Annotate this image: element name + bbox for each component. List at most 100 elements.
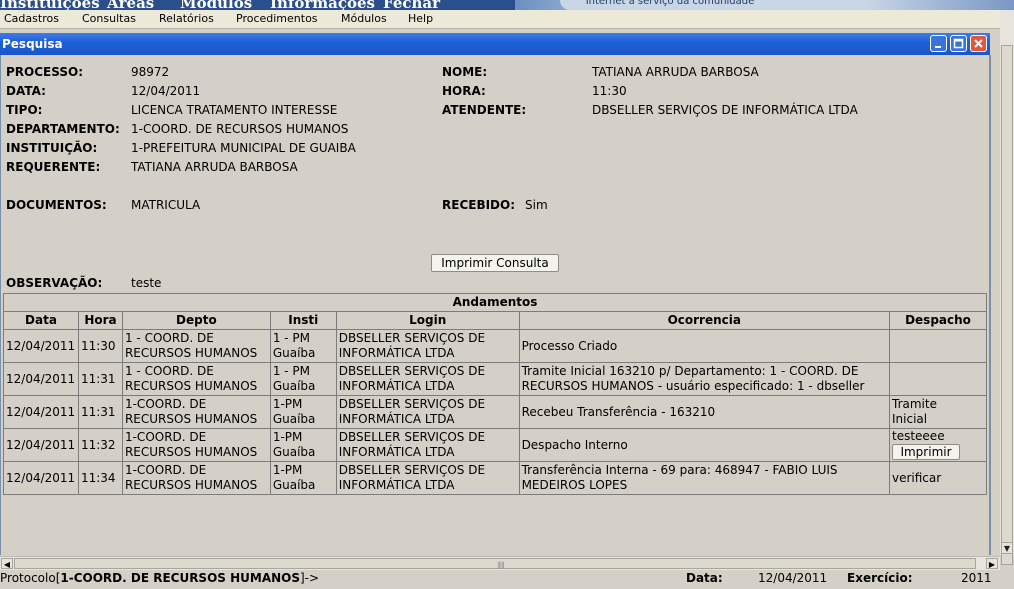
menu-cadastros[interactable]: Cadastros: [4, 12, 59, 25]
observacao-value: teste: [131, 276, 162, 290]
despacho-imprimir-button[interactable]: Imprimir: [892, 444, 960, 460]
andamentos-title: Andamentos: [3, 293, 987, 312]
cell-login: DBSELLER SERVIÇOS DE INFORMÁTICA LTDA: [335, 329, 520, 363]
hora-value: 11:30: [592, 84, 627, 98]
table-row: 12/04/2011 11:30 1 - COORD. DE RECURSOS HUM…: [3, 329, 987, 363]
hora-label: HORA:: [442, 84, 486, 98]
scroll-down-arrow-icon[interactable]: ▼: [1001, 542, 1013, 554]
horizontal-scroll-thumb[interactable]: |||||: [14, 558, 976, 569]
scroll-left-arrow-icon[interactable]: ◀: [1, 558, 13, 569]
top-nav-instituicoes[interactable]: Instituições: [0, 0, 100, 10]
data-value: 12/04/2011: [131, 84, 201, 98]
status-data-label: Data:: [686, 571, 723, 585]
maximize-icon: [953, 38, 964, 49]
cell-data: 12/04/2011: [3, 329, 79, 363]
status-bar: Protocolo[1-COORD. DE RECURSOS HUMANOS]-…: [0, 570, 1014, 589]
top-nav-fechar[interactable]: Fechar: [383, 0, 440, 10]
requerente-label: REQUERENTE:: [6, 160, 101, 174]
cell-ocorrencia-line: Transferência Interna - 69 para: 468947 …: [521, 463, 838, 477]
cell-login-line: INFORMÁTICA LTDA: [338, 346, 455, 360]
processo-label: PROCESSO:: [6, 65, 83, 79]
cell-insti-line: 1 - PM: [272, 364, 310, 378]
col-header-hora: Hora: [77, 311, 123, 330]
cell-data: 12/04/2011: [3, 362, 79, 396]
cell-hora: 11:31: [77, 362, 123, 396]
status-exercicio-label: Exercício:: [847, 571, 913, 585]
cell-depto-line: RECURSOS HUMANOS: [124, 379, 258, 393]
atendente-value: DBSELLER SERVIÇOS DE INFORMÁTICA LTDA: [592, 103, 858, 117]
horizontal-scrollbar[interactable]: ◀ ||||| ▶: [0, 556, 1000, 570]
andamentos-header-row: Data Hora Depto Insti Login Ocorrencia D…: [3, 311, 987, 330]
vertical-scroll-thumb[interactable]: [1001, 45, 1013, 565]
menu-procedimentos[interactable]: Procedimentos: [236, 12, 318, 25]
cell-depto: 1-COORD. DE RECURSOS HUMANOS: [121, 395, 271, 429]
menu-help[interactable]: Help: [408, 12, 433, 25]
vertical-scrollbar[interactable]: ▼: [1000, 10, 1014, 565]
top-nav-modulos[interactable]: Módulos: [180, 0, 252, 10]
menu-modulos[interactable]: Módulos: [341, 12, 387, 25]
atendente-label: ATENDENTE:: [442, 103, 527, 117]
table-row: 12/04/2011 11:31 1-COORD. DE RECURSOS HUMAN…: [3, 395, 987, 429]
cell-depto-line: RECURSOS HUMANOS: [124, 445, 258, 459]
cell-depto-line: 1-COORD. DE: [124, 463, 207, 477]
cell-insti-line: 1-PM: [272, 430, 303, 444]
recebido-value: Sim: [525, 198, 548, 212]
cell-despacho: [889, 329, 987, 363]
cell-ocorrencia-line: Processo Criado: [521, 338, 618, 353]
window-title-bar[interactable]: Pesquisa: [0, 33, 990, 55]
cell-despacho-line: Tramite: [892, 397, 937, 411]
cell-hora: 11:34: [77, 461, 123, 495]
cell-ocorrencia-line: Recebeu Transferência - 163210: [521, 404, 716, 419]
cell-insti-line: 1-PM: [272, 397, 303, 411]
table-row: 12/04/2011 11:34 1-COORD. DE RECURSOS HUMAN…: [3, 461, 987, 495]
cell-hora: 11:31: [77, 395, 123, 429]
cell-login: DBSELLER SERVIÇOS DE INFORMÁTICA LTDA: [335, 362, 520, 396]
col-header-ocorrencia: Ocorrencia: [518, 311, 891, 330]
cell-login-line: DBSELLER SERVIÇOS DE: [338, 430, 486, 444]
cell-despacho: Tramite Inicial: [889, 395, 987, 429]
top-banner: Instituições Áreas Módulos Informações F…: [0, 0, 1014, 10]
cell-depto: 1-COORD. DE RECURSOS HUMANOS: [121, 461, 271, 495]
cell-insti-line: Guaíba: [272, 346, 316, 360]
status-protocolo-suffix: ]->: [300, 571, 320, 585]
cell-hora: 11:32: [77, 428, 123, 462]
scroll-right-arrow-icon[interactable]: ▶: [986, 558, 998, 569]
cell-despacho-line: Inicial: [892, 412, 928, 426]
menu-consultas[interactable]: Consultas: [82, 12, 136, 25]
top-nav-areas[interactable]: Áreas: [107, 0, 154, 10]
instituicao-value: 1-PREFEITURA MUNICIPAL DE GUAIBA: [131, 141, 356, 155]
cell-despacho: verificar: [889, 461, 987, 495]
table-row: 12/04/2011 11:31 1 - COORD. DE RECURSOS HUM…: [3, 362, 987, 396]
cell-login: DBSELLER SERVIÇOS DE INFORMÁTICA LTDA: [335, 395, 520, 429]
cell-insti: 1 - PM Guaíba: [269, 329, 337, 363]
requerente-value: TATIANA ARRUDA BARBOSA: [131, 160, 298, 174]
imprimir-consulta-button[interactable]: Imprimir Consulta: [431, 254, 559, 272]
maximize-button[interactable]: [950, 35, 967, 52]
cell-depto: 1 - COORD. DE RECURSOS HUMANOS: [121, 329, 271, 363]
cell-login-line: INFORMÁTICA LTDA: [338, 412, 455, 426]
close-button[interactable]: [970, 35, 987, 52]
col-header-insti: Insti: [269, 311, 337, 330]
window-title: Pesquisa: [2, 37, 63, 51]
col-header-login: Login: [335, 311, 520, 330]
instituicao-label: INSTITUIÇÃO:: [6, 141, 98, 155]
cell-insti: 1 - PM Guaíba: [269, 362, 337, 396]
window-frame-left: [0, 55, 1, 555]
data-label: DATA:: [6, 84, 46, 98]
cell-insti: 1-PM Guaíba: [269, 461, 337, 495]
departamento-label: DEPARTAMENTO:: [6, 122, 120, 136]
departamento-value: 1-COORD. DE RECURSOS HUMANOS: [131, 122, 349, 136]
andamentos-body: 12/04/2011 11:30 1 - COORD. DE RECURSOS HUM…: [3, 329, 987, 495]
minimize-button[interactable]: [930, 35, 947, 52]
cell-login-line: DBSELLER SERVIÇOS DE: [338, 364, 486, 378]
cell-ocorrencia: Transferência Interna - 69 para: 468947 …: [518, 461, 891, 495]
cell-hora: 11:30: [77, 329, 123, 363]
cell-ocorrencia: Tramite Inicial 163210 p/ Departamento: …: [518, 362, 891, 396]
cell-ocorrencia-line: Tramite Inicial 163210 p/ Departamento: …: [521, 364, 859, 378]
documentos-value: MATRICULA: [131, 198, 201, 212]
menu-relatorios[interactable]: Relatórios: [159, 12, 214, 25]
cell-despacho-line: testeeee: [892, 429, 945, 443]
top-nav-informacoes[interactable]: Informações: [270, 0, 375, 10]
cell-depto-line: 1-COORD. DE: [124, 430, 207, 444]
cell-depto-line: RECURSOS HUMANOS: [124, 412, 258, 426]
